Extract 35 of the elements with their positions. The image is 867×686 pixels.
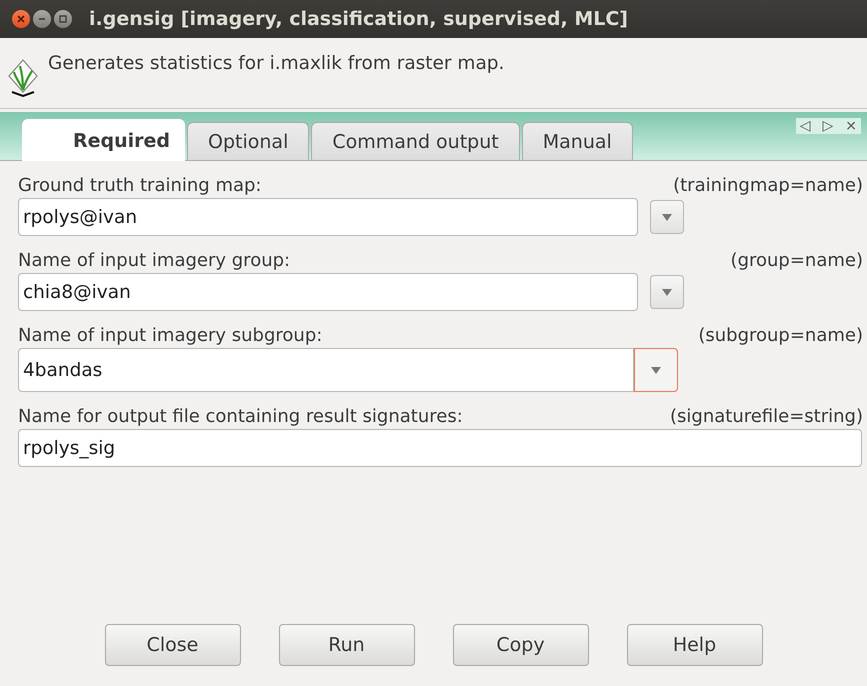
- input-field[interactable]: rpolys@ivan: [18, 198, 638, 236]
- input-field[interactable]: 4bandas: [18, 348, 634, 392]
- dropdown-button[interactable]: [634, 348, 678, 392]
- dialog-button[interactable]: Help: [626, 624, 762, 666]
- tab[interactable]: Command output: [311, 122, 520, 160]
- tab[interactable]: Manual: [522, 122, 633, 160]
- tab[interactable]: Required: [22, 119, 186, 161]
- window-title: i.gensig [imagery, classification, supervised, MLC]: [89, 8, 628, 30]
- minimize-icon[interactable]: [33, 10, 51, 28]
- parameter-name: (trainingmap=name): [673, 175, 863, 196]
- tab-nav-button[interactable]: ▷: [818, 118, 838, 134]
- dialog-button[interactable]: Run: [278, 624, 414, 666]
- close-icon[interactable]: [12, 10, 30, 28]
- dropdown-button[interactable]: [650, 275, 684, 309]
- field-label: Name of input imagery subgroup:: [18, 325, 322, 346]
- input-field[interactable]: rpolys_sig: [18, 429, 862, 467]
- parameter-name: (group=name): [730, 250, 863, 271]
- grass-logo-icon: [6, 57, 40, 97]
- tab[interactable]: Optional: [187, 122, 310, 160]
- dialog-button[interactable]: Copy: [452, 624, 588, 666]
- tab-nav-button[interactable]: ×: [841, 118, 861, 134]
- field-label: Name of input imagery group:: [18, 250, 290, 271]
- field-label: Ground truth training map:: [18, 175, 262, 196]
- caret-icon: [651, 366, 661, 374]
- dropdown-button[interactable]: [650, 200, 684, 234]
- tab-nav-button[interactable]: ◁: [796, 118, 814, 134]
- dialog-button[interactable]: Close: [104, 624, 240, 666]
- caret-icon: [662, 214, 672, 220]
- input-field[interactable]: chia8@ivan: [18, 273, 638, 311]
- caret-icon: [662, 288, 672, 296]
- parameter-name: (signaturefile=string): [670, 406, 863, 427]
- field-label: Name for output file containing result signatures:: [18, 406, 463, 427]
- description-text: Generates statistics for i.maxlik from raster map.: [48, 52, 504, 74]
- parameter-name: (subgroup=name): [698, 325, 863, 346]
- maximize-icon[interactable]: [54, 10, 72, 28]
